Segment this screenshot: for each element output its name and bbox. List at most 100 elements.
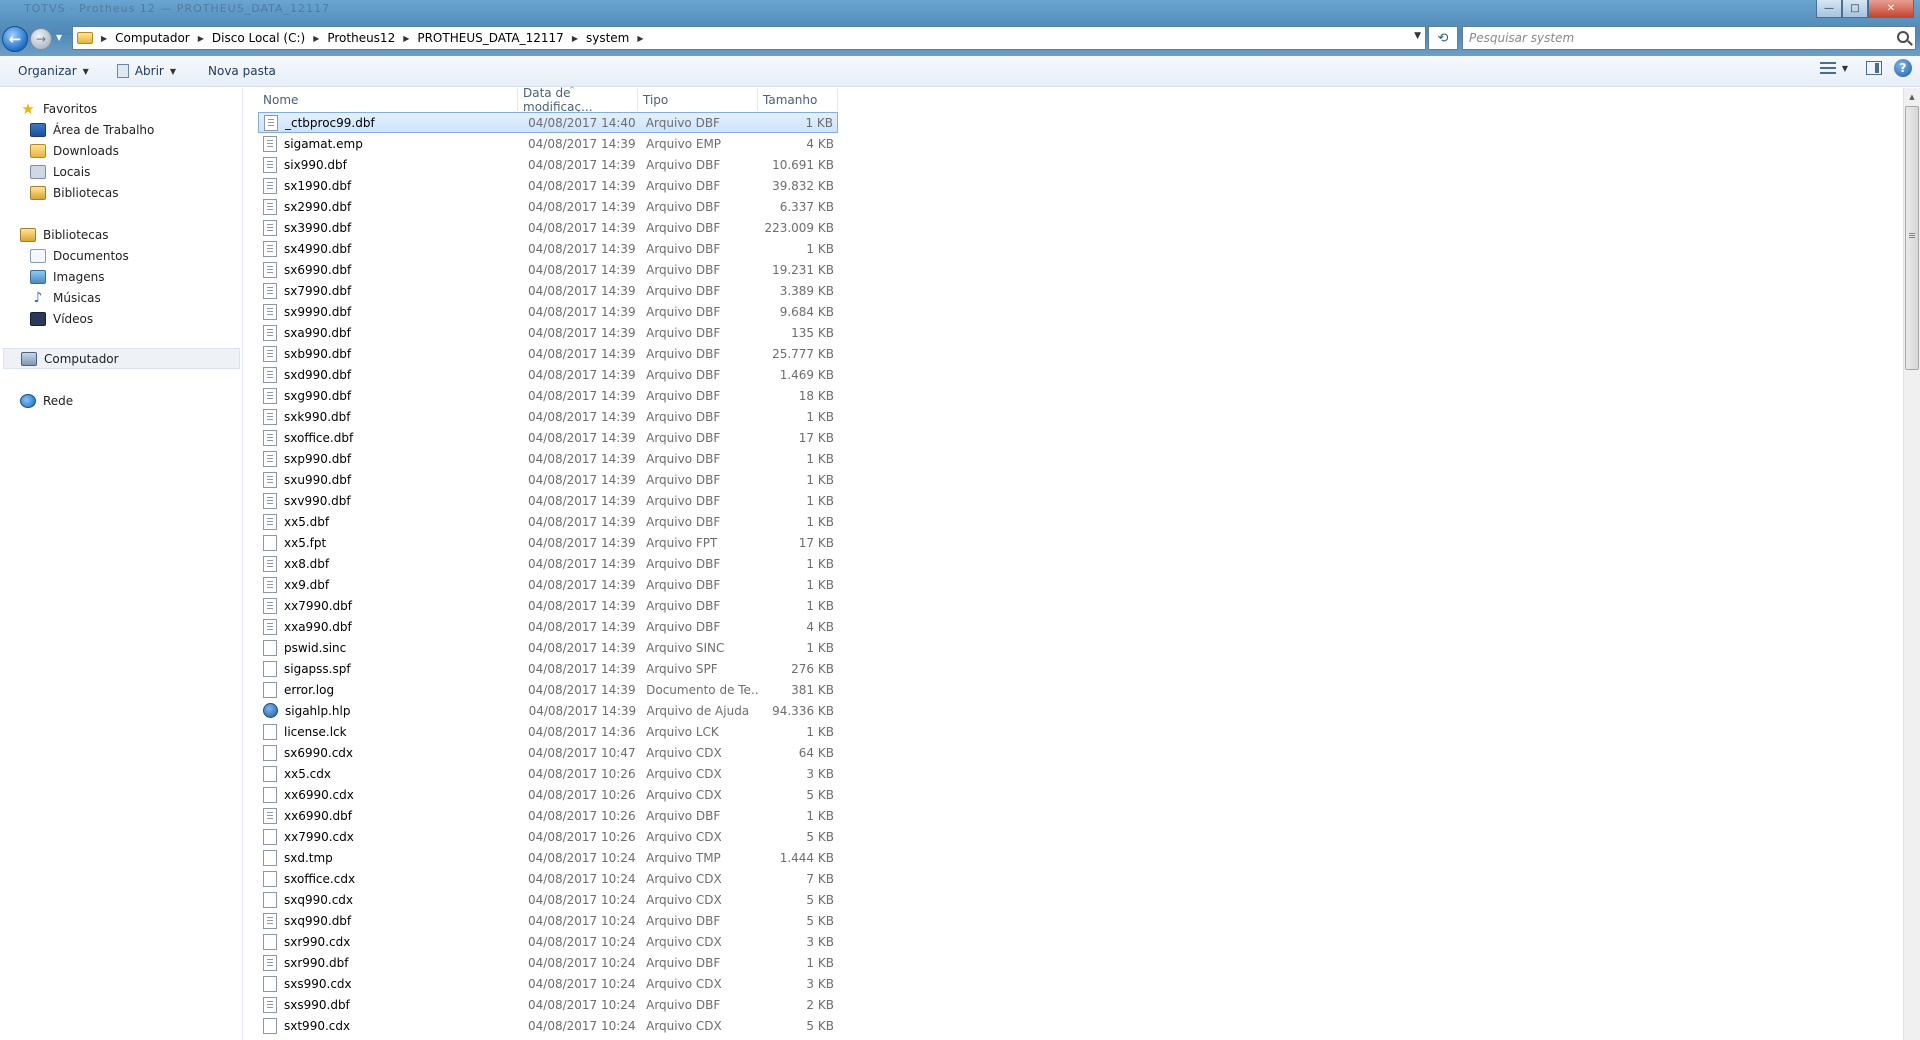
chevron-right-icon[interactable]: ▶ xyxy=(313,34,319,43)
open-button[interactable]: Abrir ▼ xyxy=(107,59,186,83)
column-header-name[interactable]: Nome xyxy=(258,88,518,111)
file-row[interactable]: license.lck 04/08/2017 14:36 Arquivo LCK 1 … xyxy=(258,721,838,742)
file-row[interactable]: six990.dbf 04/08/2017 14:39 Arquivo DBF 10.… xyxy=(258,154,838,175)
file-row[interactable]: sx9990.dbf 04/08/2017 14:39 Arquivo DBF 9.6… xyxy=(258,301,838,322)
chevron-right-icon[interactable]: ▶ xyxy=(198,34,204,43)
file-row[interactable]: sx6990.cdx 04/08/2017 10:47 Arquivo CDX 64 … xyxy=(258,742,838,763)
nav-network[interactable]: Rede xyxy=(0,390,243,411)
nav-item-videos[interactable]: Vídeos xyxy=(0,308,243,329)
file-row[interactable]: sxb990.dbf 04/08/2017 14:39 Arquivo DBF 25.… xyxy=(258,343,838,364)
file-row[interactable]: sxd990.dbf 04/08/2017 14:39 Arquivo DBF 1.4… xyxy=(258,364,838,385)
address-history-dropdown-icon[interactable]: ▼ xyxy=(1414,31,1421,41)
back-arrow-icon[interactable]: ← xyxy=(2,26,28,52)
file-row[interactable]: xx6990.dbf 04/08/2017 10:26 Arquivo DBF 1 K… xyxy=(258,805,838,826)
file-date: 04/08/2017 14:39 xyxy=(528,703,637,718)
file-row[interactable]: sxt990.cdx 04/08/2017 10:24 Arquivo CDX 5 K… xyxy=(258,1015,838,1036)
file-row[interactable]: sxp990.dbf 04/08/2017 14:39 Arquivo DBF 1 K… xyxy=(258,448,838,469)
minimize-button[interactable]: — xyxy=(1816,0,1842,18)
file-row[interactable]: xxa990.dbf 04/08/2017 14:39 Arquivo DBF 4 K… xyxy=(258,616,838,637)
file-row[interactable]: sxg990.dbf 04/08/2017 14:39 Arquivo DBF 18 … xyxy=(258,385,838,406)
forward-arrow-icon[interactable]: → xyxy=(30,28,52,50)
file-row[interactable]: sxv990.dbf 04/08/2017 14:39 Arquivo DBF 1 K… xyxy=(258,490,838,511)
file-row[interactable]: sx2990.dbf 04/08/2017 14:39 Arquivo DBF 6.3… xyxy=(258,196,838,217)
scroll-up-arrow-icon[interactable]: ▲ xyxy=(1904,88,1920,105)
file-row[interactable]: xx5.fpt 04/08/2017 14:39 Arquivo FPT 17 KB xyxy=(258,532,838,553)
file-row[interactable]: sxu990.dbf 04/08/2017 14:39 Arquivo DBF 1 K… xyxy=(258,469,838,490)
nav-item-bibliotecas-fav[interactable]: Bibliotecas xyxy=(0,182,243,203)
file-row[interactable]: sxq990.dbf 04/08/2017 10:24 Arquivo DBF 5 K… xyxy=(258,910,838,931)
chevron-right-icon[interactable]: ▶ xyxy=(637,34,643,43)
file-row[interactable]: sxa990.dbf 04/08/2017 14:39 Arquivo DBF 135… xyxy=(258,322,838,343)
file-row[interactable]: sx3990.dbf 04/08/2017 14:39 Arquivo DBF 223… xyxy=(258,217,838,238)
file-row[interactable]: sxd.tmp 04/08/2017 10:24 Arquivo TMP 1.444 … xyxy=(258,847,838,868)
file-row[interactable]: sxs990.cdx 04/08/2017 10:24 Arquivo CDX 3 K… xyxy=(258,973,838,994)
column-header-date[interactable]: Data de modificaç... xyxy=(518,86,638,114)
close-button[interactable]: ✕ xyxy=(1868,0,1914,18)
nav-libraries[interactable]: Bibliotecas xyxy=(0,224,243,245)
chevron-right-icon[interactable]: ▶ xyxy=(572,34,578,43)
file-row[interactable]: sxk990.dbf 04/08/2017 14:39 Arquivo DBF 1 K… xyxy=(258,406,838,427)
file-row[interactable]: error.log 04/08/2017 14:39 Documento de Te… xyxy=(258,679,838,700)
chevron-right-icon[interactable]: ▶ xyxy=(403,34,409,43)
file-row[interactable]: sigamat.emp 04/08/2017 14:39 Arquivo EMP 4 … xyxy=(258,133,838,154)
breadcrumb-item[interactable]: Disco Local (C:) ▶ xyxy=(212,31,327,45)
file-row[interactable]: sxs990.dbf 04/08/2017 10:24 Arquivo DBF 2 K… xyxy=(258,994,838,1015)
breadcrumb-item[interactable]: Computador ▶ xyxy=(115,31,212,45)
nav-favorites[interactable]: ★ Favoritos xyxy=(0,98,243,119)
organize-button[interactable]: Organizar ▼ xyxy=(8,59,99,83)
help-icon[interactable]: ? xyxy=(1894,59,1912,77)
nav-item-locais[interactable]: Locais xyxy=(0,161,243,182)
file-row[interactable]: xx7990.dbf 04/08/2017 14:39 Arquivo DBF 1 K… xyxy=(258,595,838,616)
file-row[interactable]: sx1990.dbf 04/08/2017 14:39 Arquivo DBF 39.… xyxy=(258,175,838,196)
file-row[interactable]: sigapss.spf 04/08/2017 14:39 Arquivo SPF 27… xyxy=(258,658,838,679)
file-row[interactable]: sxr990.cdx 04/08/2017 10:24 Arquivo CDX 3 K… xyxy=(258,931,838,952)
search-icon[interactable] xyxy=(1897,31,1909,43)
file-date: 04/08/2017 14:39 xyxy=(528,430,636,445)
nav-item-downloads[interactable]: Downloads xyxy=(0,140,243,161)
nav-item-images[interactable]: Imagens xyxy=(0,266,243,287)
new-folder-button[interactable]: Nova pasta xyxy=(198,59,286,83)
file-row[interactable]: _ctbproc99.dbf 04/08/2017 14:40 Arquivo DB… xyxy=(258,112,838,133)
file-row[interactable]: sigahlp.hlp 04/08/2017 14:39 Arquivo de Aj… xyxy=(258,700,838,721)
file-row[interactable]: xx7990.cdx 04/08/2017 10:26 Arquivo CDX 5 K… xyxy=(258,826,838,847)
file-name: sxd.tmp xyxy=(284,850,333,865)
breadcrumb-item[interactable]: Protheus12 ▶ xyxy=(327,31,417,45)
file-row[interactable]: xx6990.cdx 04/08/2017 10:26 Arquivo CDX 5 K… xyxy=(258,784,838,805)
column-header-type[interactable]: Tipo xyxy=(638,88,758,111)
file-row[interactable]: sx7990.dbf 04/08/2017 14:39 Arquivo DBF 3.3… xyxy=(258,280,838,301)
nav-item-documents[interactable]: Documentos xyxy=(0,245,243,266)
file-row[interactable]: xx8.dbf 04/08/2017 14:39 Arquivo DBF 1 KB xyxy=(258,553,838,574)
refresh-icon[interactable]: ⟲ xyxy=(1428,26,1458,50)
view-options-chevron-icon[interactable]: ▼ xyxy=(1842,64,1848,73)
file-row[interactable]: sx4990.dbf 04/08/2017 14:39 Arquivo DBF 1 K… xyxy=(258,238,838,259)
file-name: sx6990.dbf xyxy=(284,262,352,277)
search-box[interactable] xyxy=(1462,26,1916,50)
nav-item-music[interactable]: ♪ Músicas xyxy=(0,287,243,308)
vertical-scrollbar[interactable]: ▲ xyxy=(1903,88,1920,1040)
file-row[interactable]: sx6990.dbf 04/08/2017 14:39 Arquivo DBF 19.… xyxy=(258,259,838,280)
file-row[interactable]: xx9.dbf 04/08/2017 14:39 Arquivo DBF 1 KB xyxy=(258,574,838,595)
breadcrumb-item[interactable]: PROTHEUS_DATA_12117 ▶ xyxy=(417,31,586,45)
file-row[interactable]: xx5.dbf 04/08/2017 14:39 Arquivo DBF 1 KB xyxy=(258,511,838,532)
change-view-icon[interactable] xyxy=(1819,62,1836,74)
column-header-size[interactable]: Tamanho xyxy=(758,88,838,111)
breadcrumb-root-arrow[interactable]: ▶ xyxy=(93,34,115,43)
file-size: 381 KB xyxy=(791,682,834,697)
maximize-button[interactable]: □ xyxy=(1842,0,1868,18)
nav-computer[interactable]: Computador xyxy=(3,348,240,369)
file-row[interactable]: sxr990.dbf 04/08/2017 10:24 Arquivo DBF 1 K… xyxy=(258,952,838,973)
scrollbar-thumb[interactable] xyxy=(1905,106,1919,370)
address-bar[interactable]: ▶ Computador ▶ Disco Local (C:) ▶ Protheus… xyxy=(72,26,1426,50)
chevron-down-icon[interactable]: ▼ xyxy=(170,67,176,76)
file-row[interactable]: sxoffice.cdx 04/08/2017 10:24 Arquivo CDX 7… xyxy=(258,868,838,889)
nav-item-desktop[interactable]: Área de Trabalho xyxy=(0,119,243,140)
file-row[interactable]: sxoffice.dbf 04/08/2017 14:39 Arquivo DBF 1… xyxy=(258,427,838,448)
file-row[interactable]: xx5.cdx 04/08/2017 10:26 Arquivo CDX 3 KB xyxy=(258,763,838,784)
file-row[interactable]: sxq990.cdx 04/08/2017 10:24 Arquivo CDX 5 K… xyxy=(258,889,838,910)
file-date: 04/08/2017 14:39 xyxy=(528,367,636,382)
file-row[interactable]: pswid.sinc 04/08/2017 14:39 Arquivo SINC 1 … xyxy=(258,637,838,658)
search-input[interactable] xyxy=(1469,31,1879,45)
breadcrumb-item[interactable]: system ▶ xyxy=(586,31,652,45)
preview-pane-icon[interactable] xyxy=(1866,61,1882,75)
recent-pages-chevron-icon[interactable]: ▼ xyxy=(56,33,62,42)
